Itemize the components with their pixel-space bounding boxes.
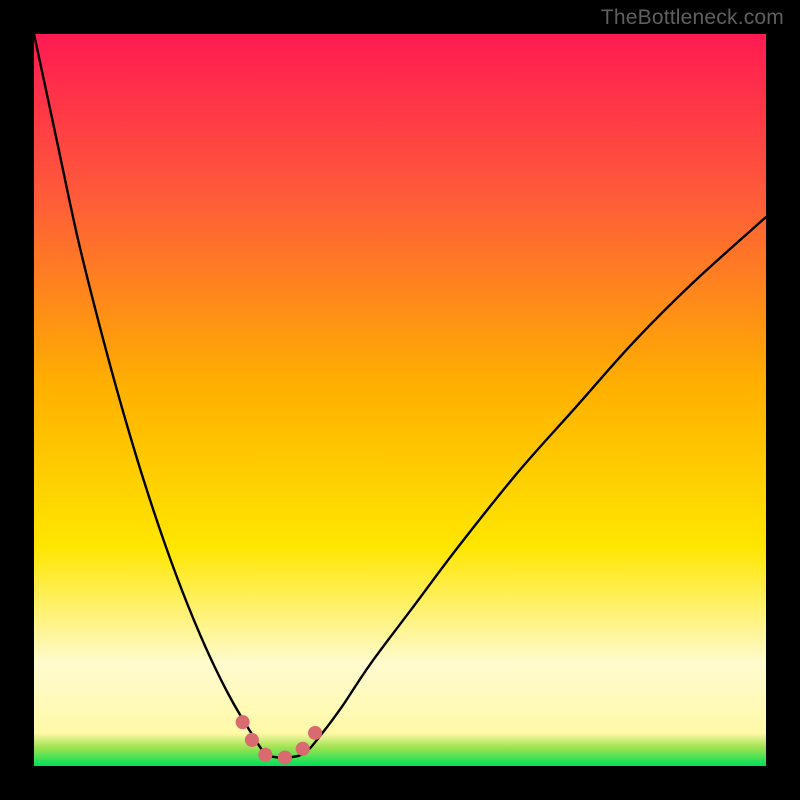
chart-frame: TheBottleneck.com	[0, 0, 800, 800]
watermark-text: TheBottleneck.com	[601, 6, 784, 30]
plot-area	[34, 34, 766, 766]
curve-layer	[34, 34, 766, 766]
valley-highlight	[243, 722, 320, 758]
bottleneck-curve	[34, 34, 766, 758]
